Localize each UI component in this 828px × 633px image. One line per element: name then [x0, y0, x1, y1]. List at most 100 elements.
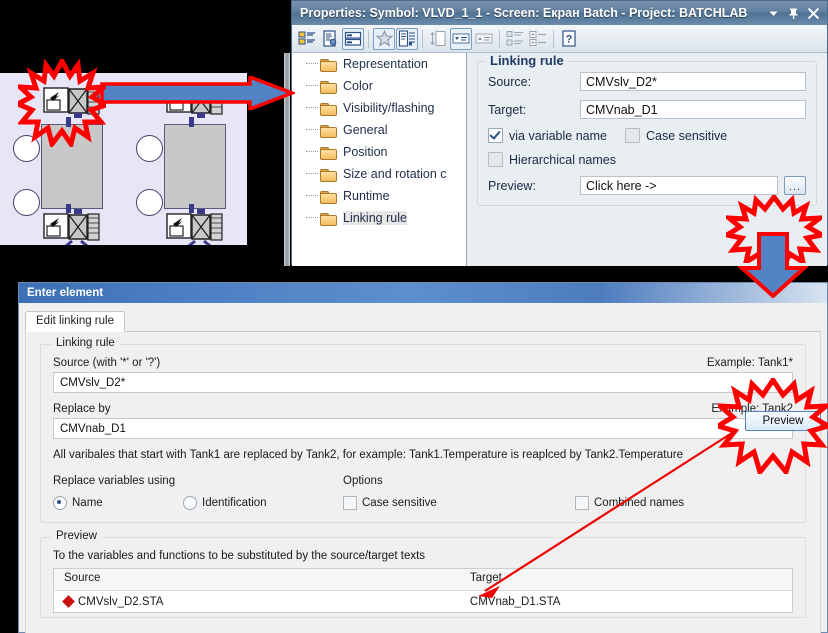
toolbar-separator	[499, 29, 500, 48]
tab-edit-linking-rule[interactable]: Edit linking rule	[25, 311, 125, 332]
checkbox-row-2: Hierarchical names	[488, 152, 806, 167]
tree-item-label: Linking rule	[343, 211, 407, 225]
knob-left-lower	[13, 189, 40, 216]
table-row[interactable]: CMVslv_D2.STA CMVnab_D1.STA	[54, 591, 792, 612]
preview-value-field[interactable]: Click here ->	[580, 176, 778, 195]
properties-body: Representation Color Visibility/flashing…	[284, 53, 827, 266]
preview-button[interactable]: Preview	[745, 411, 821, 431]
dropdown-icon[interactable]	[765, 5, 781, 21]
replace-using-column: Replace variables using Name Identificat…	[53, 475, 343, 510]
tree-dash	[306, 151, 318, 153]
radio-identification-row[interactable]: Identification	[183, 496, 267, 510]
target-input[interactable]: CMVnab_D1	[580, 100, 806, 119]
valve-right-bottom[interactable]	[166, 209, 224, 245]
folder-icon	[320, 212, 337, 226]
linking-rule-pane: Linking rule Source: CMVslv_D2* Target: …	[467, 53, 827, 266]
tree-item-label: Size and rotation c	[343, 167, 447, 181]
vessel-right	[164, 124, 226, 209]
preview-label: Preview:	[488, 178, 536, 193]
column-header-source: Source	[64, 572, 101, 584]
tree-dash	[306, 85, 318, 87]
source-input[interactable]: CMVslv_D2*	[580, 72, 806, 91]
tab-strip: Edit linking rule	[25, 309, 821, 332]
replace-label-row: Replace by Example: Tank2	[53, 403, 793, 415]
via-variable-name-checkbox[interactable]	[488, 128, 503, 143]
column-header-target: Target	[469, 572, 502, 584]
source-label-row: Source (with '*' or '?') Example: Tank1*	[53, 357, 793, 369]
hierarchical-names-checkbox[interactable]	[488, 152, 503, 167]
radio-name-row[interactable]: Name	[53, 496, 183, 510]
tree-dash	[306, 217, 318, 219]
toolbar-separator	[368, 29, 369, 48]
tree-item-linking-rule[interactable]: Linking rule	[292, 207, 466, 229]
tab-page-edit-linking-rule: Linking rule Source (with '*' or '?') Ex…	[25, 332, 821, 633]
favorites-star-icon[interactable]	[373, 27, 395, 50]
folder-icon	[320, 146, 337, 160]
dropup-field-icon[interactable]	[473, 28, 495, 50]
browse-button[interactable]: ...	[784, 176, 806, 195]
case-sensitive-checkbox[interactable]	[624, 128, 640, 143]
valve-left-top[interactable]	[43, 83, 101, 121]
enter-element-title-bar[interactable]: Enter element	[19, 283, 827, 303]
dialog-options-row: Replace variables using Name Identificat…	[53, 475, 793, 510]
properties-title-bar[interactable]: Properties: Symbol: VLVD_1_1 - Screen: Е…	[292, 1, 827, 25]
pin-icon[interactable]	[785, 5, 801, 21]
target-row: Target: CMVnab_D1	[488, 100, 806, 119]
source-row: Source: CMVslv_D2*	[488, 72, 806, 91]
document-properties-icon[interactable]	[319, 28, 341, 50]
target-label: Target:	[488, 102, 527, 117]
scada-valve-diagram	[0, 73, 247, 245]
tree-item-visibility-flashing[interactable]: Visibility/flashing	[292, 97, 466, 119]
dialog-case-sensitive-checkbox[interactable]	[343, 496, 357, 510]
case-sensitive-label: Case sensitive	[645, 128, 728, 143]
properties-toolbar: ?	[292, 25, 827, 53]
dialog-linking-rule-group-title: Linking rule	[51, 337, 120, 349]
group-list-icon[interactable]	[504, 28, 526, 50]
dialog-preview-group: Preview To the variables and functions t…	[40, 530, 806, 618]
layers-icon[interactable]	[342, 27, 364, 50]
help-icon[interactable]: ?	[558, 28, 580, 50]
enter-element-body: Edit linking rule Linking rule Source (w…	[19, 303, 827, 633]
cell-source: CMVslv_D2.STA	[54, 594, 460, 608]
tree-item-representation[interactable]: Representation	[292, 53, 466, 75]
replace-using-label: Replace variables using	[53, 475, 176, 487]
tree-item-runtime[interactable]: Runtime	[292, 185, 466, 207]
folder-icon	[320, 190, 337, 204]
tree-item-position[interactable]: Position	[292, 141, 466, 163]
dialog-replace-input[interactable]: CMVnab_D1	[53, 418, 793, 439]
script-list-icon[interactable]	[396, 27, 418, 50]
radio-name-label: Name	[72, 497, 103, 509]
expand-list-icon[interactable]	[527, 28, 549, 50]
dialog-linking-rule-group: Linking rule Source (with '*' or '?') Ex…	[40, 337, 806, 523]
properties-title-text: Properties: Symbol: VLVD_1_1 - Screen: Е…	[300, 6, 748, 20]
tree-splitter[interactable]	[284, 53, 290, 266]
tree-item-size-and-rotation[interactable]: Size and rotation c	[292, 163, 466, 185]
radio-identification[interactable]	[183, 496, 197, 510]
folder-icon	[320, 168, 337, 182]
enter-element-title-text: Enter element	[27, 287, 104, 299]
dialog-case-sensitive-row[interactable]: Case sensitive	[343, 496, 575, 510]
height-icon[interactable]	[427, 28, 449, 50]
valve-right-top[interactable]	[166, 83, 224, 121]
tree-item-label: Visibility/flashing	[343, 101, 435, 115]
close-icon[interactable]	[805, 5, 821, 21]
combined-names-row[interactable]: Combined names	[575, 496, 684, 510]
dialog-case-sensitive-label: Case sensitive	[362, 497, 437, 509]
tree-dash	[306, 107, 318, 109]
tree-dash	[306, 129, 318, 131]
tree-item-label: Runtime	[343, 189, 390, 203]
dialog-source-input[interactable]: CMVslv_D2*	[53, 372, 793, 393]
folder-icon	[320, 124, 337, 138]
dropdown-field-icon[interactable]	[450, 27, 472, 50]
combined-names-checkbox[interactable]	[575, 496, 589, 510]
radio-name[interactable]	[53, 496, 67, 510]
properties-list-icon[interactable]	[296, 28, 318, 50]
preview-table-header: Source Target	[54, 569, 792, 591]
tree-item-general[interactable]: General	[292, 119, 466, 141]
dialog-preview-description: To the variables and functions to be sub…	[53, 550, 426, 562]
tree-item-color[interactable]: Color	[292, 75, 466, 97]
cell-target: CMVnab_D1.STA	[469, 595, 561, 608]
source-label: Source:	[488, 74, 532, 89]
enter-element-dialog: Enter element Edit linking rule Linking …	[18, 282, 828, 633]
valve-left-bottom[interactable]	[43, 209, 101, 245]
